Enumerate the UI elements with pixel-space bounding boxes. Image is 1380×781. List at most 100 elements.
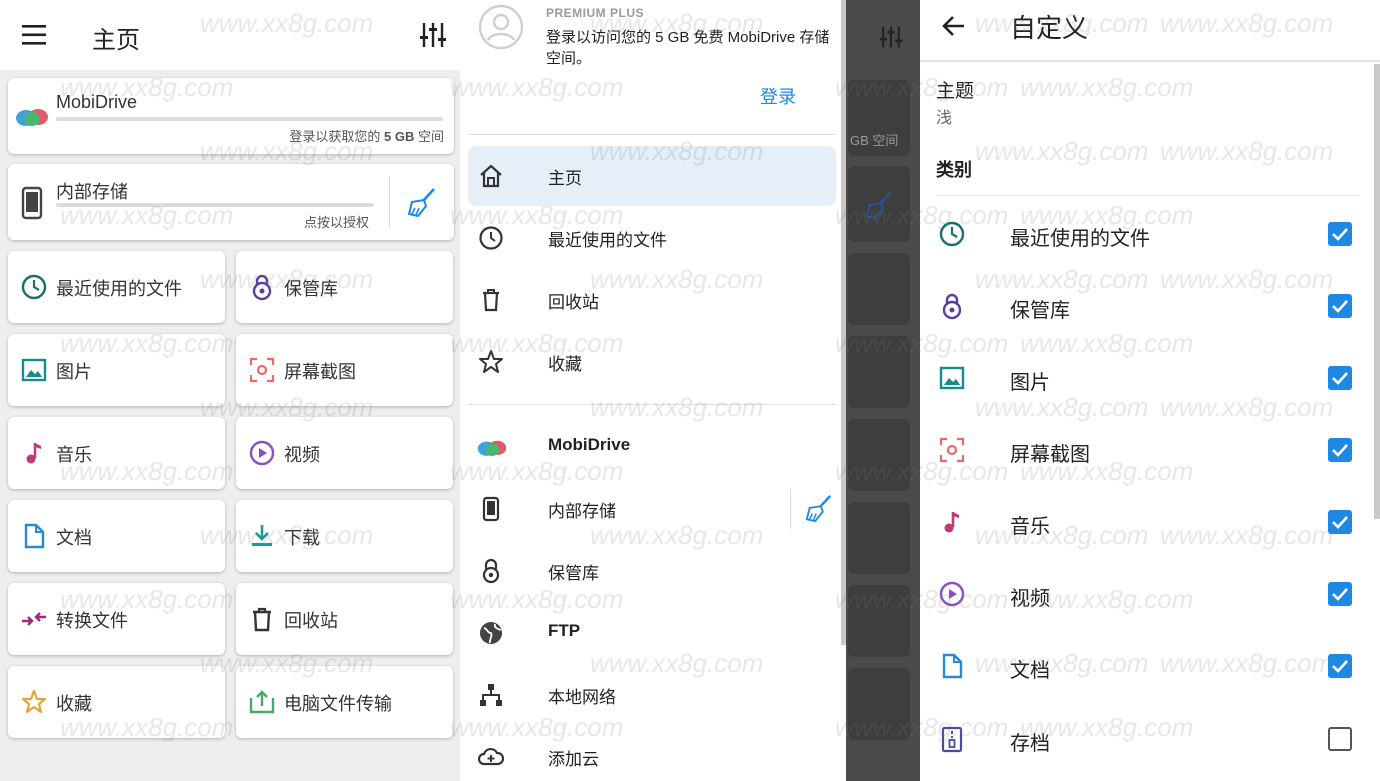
tile-favorites[interactable]: 收藏 — [8, 666, 225, 738]
clock-icon — [21, 274, 47, 300]
promo-text: 登录以访问您的 5 GB 免费 MobiDrive 存储空间。 — [546, 29, 830, 67]
checkbox-checked-icon[interactable] — [1328, 582, 1352, 606]
tile-documents[interactable]: 文档 — [8, 500, 225, 572]
drawer-item-internal-storage[interactable]: 内部存储 — [468, 479, 836, 539]
mobidrive-sub: 登录以获取您的 5 GB 空间 — [289, 129, 444, 144]
dimmed-card — [848, 336, 910, 408]
divider — [389, 176, 390, 228]
page-title: 自定义 — [1010, 13, 1089, 43]
checkbox-unchecked-icon[interactable] — [1328, 727, 1352, 751]
checkbox-checked-icon[interactable] — [1328, 654, 1352, 678]
category-label: 屏幕截图 — [1010, 444, 1090, 466]
music-note-icon — [944, 512, 959, 533]
convert-icon — [22, 612, 46, 626]
internal-storage-card[interactable]: 内部存储 点按以授权 — [8, 164, 454, 240]
tile-pc-transfer[interactable]: 电脑文件传输 — [236, 666, 453, 738]
tile-label: 保管库 — [284, 279, 338, 299]
trash-icon — [253, 607, 271, 632]
theme-setting[interactable]: 主题 浅 — [920, 66, 1360, 132]
tile-screenshots[interactable]: 屏幕截图 — [236, 334, 453, 406]
drawer-item-label: 保管库 — [548, 564, 599, 583]
drawer-item-ftp[interactable]: FTP — [468, 603, 836, 663]
internal-storage-bar — [56, 203, 374, 207]
dimmed-text: GB 空间 — [850, 133, 899, 148]
page-title: 主页 — [92, 27, 140, 54]
menu-icon[interactable] — [20, 22, 48, 48]
drawer-item-label: FTP — [548, 621, 581, 640]
category-header: 类别 — [936, 160, 972, 180]
vault-icon — [252, 274, 272, 301]
avatar-icon[interactable] — [478, 4, 524, 50]
tile-music[interactable]: 音乐 — [8, 417, 225, 489]
mobidrive-card[interactable]: MobiDrive 登录以获取您的 5 GB 空间 — [8, 78, 454, 154]
category-row-documents[interactable]: 文档 — [920, 630, 1380, 702]
cloud-add-icon — [478, 747, 504, 766]
mobidrive-name: MobiDrive — [56, 92, 138, 112]
clock-icon — [479, 226, 503, 250]
divider — [936, 195, 1360, 196]
category-label: 音乐 — [1010, 516, 1050, 538]
checkbox-checked-icon[interactable] — [1328, 294, 1352, 318]
drawer-item-local-network[interactable]: 本地网络 — [468, 665, 836, 725]
tile-videos[interactable]: 视频 — [236, 417, 453, 489]
vault-icon — [942, 293, 962, 320]
play-circle-icon — [939, 581, 965, 607]
checkbox-checked-icon[interactable] — [1328, 222, 1352, 246]
tile-recent[interactable]: 最近使用的文件 — [8, 251, 225, 323]
tune-icon[interactable] — [418, 20, 448, 50]
tile-downloads[interactable]: 下载 — [236, 500, 453, 572]
category-label: 最近使用的文件 — [1010, 228, 1150, 250]
tile-label: 图片 — [56, 362, 92, 382]
drawer-item-label: 主页 — [548, 169, 582, 188]
star-icon — [479, 350, 503, 373]
phone-icon — [21, 186, 43, 220]
tile-label: 文档 — [56, 528, 92, 548]
tile-convert[interactable]: 转换文件 — [8, 583, 225, 655]
divider — [790, 489, 791, 529]
mobidrive-logo-icon — [16, 109, 48, 126]
mobidrive-logo-icon — [477, 440, 507, 456]
drawer-item-home[interactable]: 主页 — [468, 146, 836, 206]
clock-icon — [939, 221, 965, 247]
broom-icon[interactable] — [406, 186, 438, 218]
drawer-item-favorites[interactable]: 收藏 — [468, 332, 836, 392]
tile-trash[interactable]: 回收站 — [236, 583, 453, 655]
drawer-item-mobidrive[interactable]: MobiDrive — [468, 417, 836, 477]
category-row-screenshots[interactable]: 屏幕截图 — [920, 414, 1380, 486]
drawer-item-recent[interactable]: 最近使用的文件 — [468, 208, 836, 268]
category-label: 存档 — [1010, 733, 1050, 755]
drawer-item-trash[interactable]: 回收站 — [468, 270, 836, 330]
category-row-vault[interactable]: 保管库 — [920, 270, 1380, 342]
category-row-archive[interactable]: 存档 — [920, 703, 1380, 775]
tile-label: 回收站 — [284, 611, 338, 631]
navigation-drawer-screen: GB 空间 PREMIUM PLUS 登录以访问您的 5 GB 免费 MobiD… — [460, 0, 920, 781]
tile-label: 视频 — [284, 445, 320, 465]
login-button[interactable]: 登录 — [760, 83, 796, 109]
checkbox-checked-icon[interactable] — [1328, 438, 1352, 462]
image-icon — [21, 358, 47, 382]
drawer-item-add-cloud[interactable]: 添加云 — [468, 727, 836, 781]
tile-vault[interactable]: 保管库 — [236, 251, 453, 323]
category-label: 图片 — [1010, 372, 1050, 394]
tune-icon — [879, 26, 903, 48]
divider — [468, 404, 836, 405]
checkbox-checked-icon[interactable] — [1328, 366, 1352, 390]
drawer-item-vault[interactable]: 保管库 — [468, 541, 836, 601]
drawer-item-label: 本地网络 — [548, 688, 616, 707]
home-screen: 主页 MobiDrive 登录以获取您的 5 GB 空间 内部存储 点按以授权 … — [0, 0, 460, 781]
category-row-videos[interactable]: 视频 — [920, 558, 1380, 630]
drawer-item-label: 内部存储 — [548, 502, 616, 521]
category-row-recent[interactable]: 最近使用的文件 — [920, 198, 1380, 270]
tile-images[interactable]: 图片 — [8, 334, 225, 406]
globe-icon — [480, 622, 502, 644]
checkbox-checked-icon[interactable] — [1328, 510, 1352, 534]
tile-label: 下载 — [284, 528, 320, 548]
pc-transfer-icon — [249, 690, 275, 714]
screenshot-icon — [939, 437, 965, 463]
category-row-images[interactable]: 图片 — [920, 342, 1380, 414]
broom-icon[interactable] — [804, 493, 834, 523]
scrollbar[interactable] — [1374, 64, 1380, 519]
drawer-scrollbar[interactable] — [841, 0, 846, 645]
category-row-music[interactable]: 音乐 — [920, 486, 1380, 558]
back-arrow-icon[interactable] — [940, 12, 968, 40]
